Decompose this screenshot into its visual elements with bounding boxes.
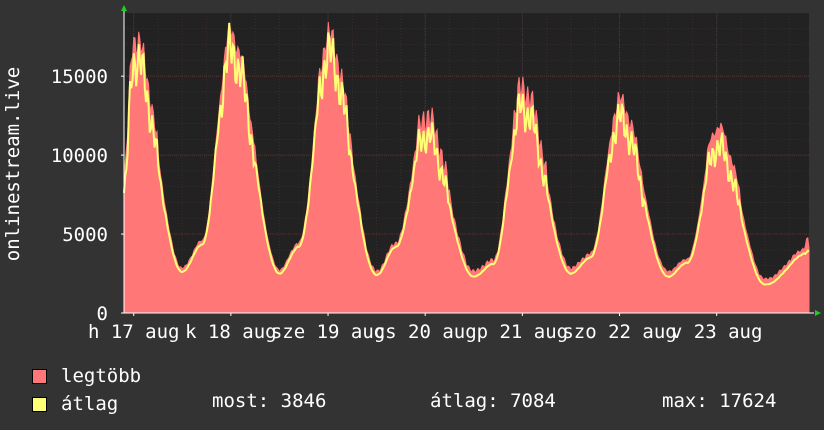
stat-average: átlag: 7084: [430, 390, 556, 412]
x-tick-label: p 21 aug: [477, 321, 569, 343]
y-tick-label: 10000: [51, 145, 108, 167]
x-tick-label: v 23 aug: [671, 321, 763, 343]
y-tick-label: 15000: [51, 66, 108, 88]
x-ticks: h 17 aug k 18 augsze 19 augcs 20 aug p 21 …: [88, 313, 762, 343]
legend-swatch-max: [32, 368, 47, 384]
x-tick-label: sze 19 aug: [271, 321, 385, 343]
x-tick-label: szo 22 aug: [562, 321, 676, 343]
y-axis-arrow: [121, 5, 127, 11]
y-tick-label: 5000: [62, 224, 108, 246]
stat-maximum: max: 17624: [662, 390, 777, 412]
y-ticks: 050001000015000: [51, 66, 124, 325]
x-axis-arrow: [815, 310, 821, 316]
legend: legtöbb átlag: [32, 362, 141, 418]
x-tick-label: k 18 aug: [185, 321, 277, 343]
legend-item-avg: átlag: [32, 390, 141, 418]
legend-label-max: legtöbb: [61, 365, 142, 387]
x-tick-label: cs 20 aug: [374, 321, 477, 343]
y-axis-label: onlinestream.live: [2, 67, 24, 261]
legend-swatch-avg: [32, 396, 47, 412]
x-tick-label: h 17 aug: [88, 321, 180, 343]
stat-current: most: 3846: [212, 390, 327, 412]
legend-item-max: legtöbb: [32, 362, 141, 390]
legend-label-avg: átlag: [61, 393, 119, 415]
